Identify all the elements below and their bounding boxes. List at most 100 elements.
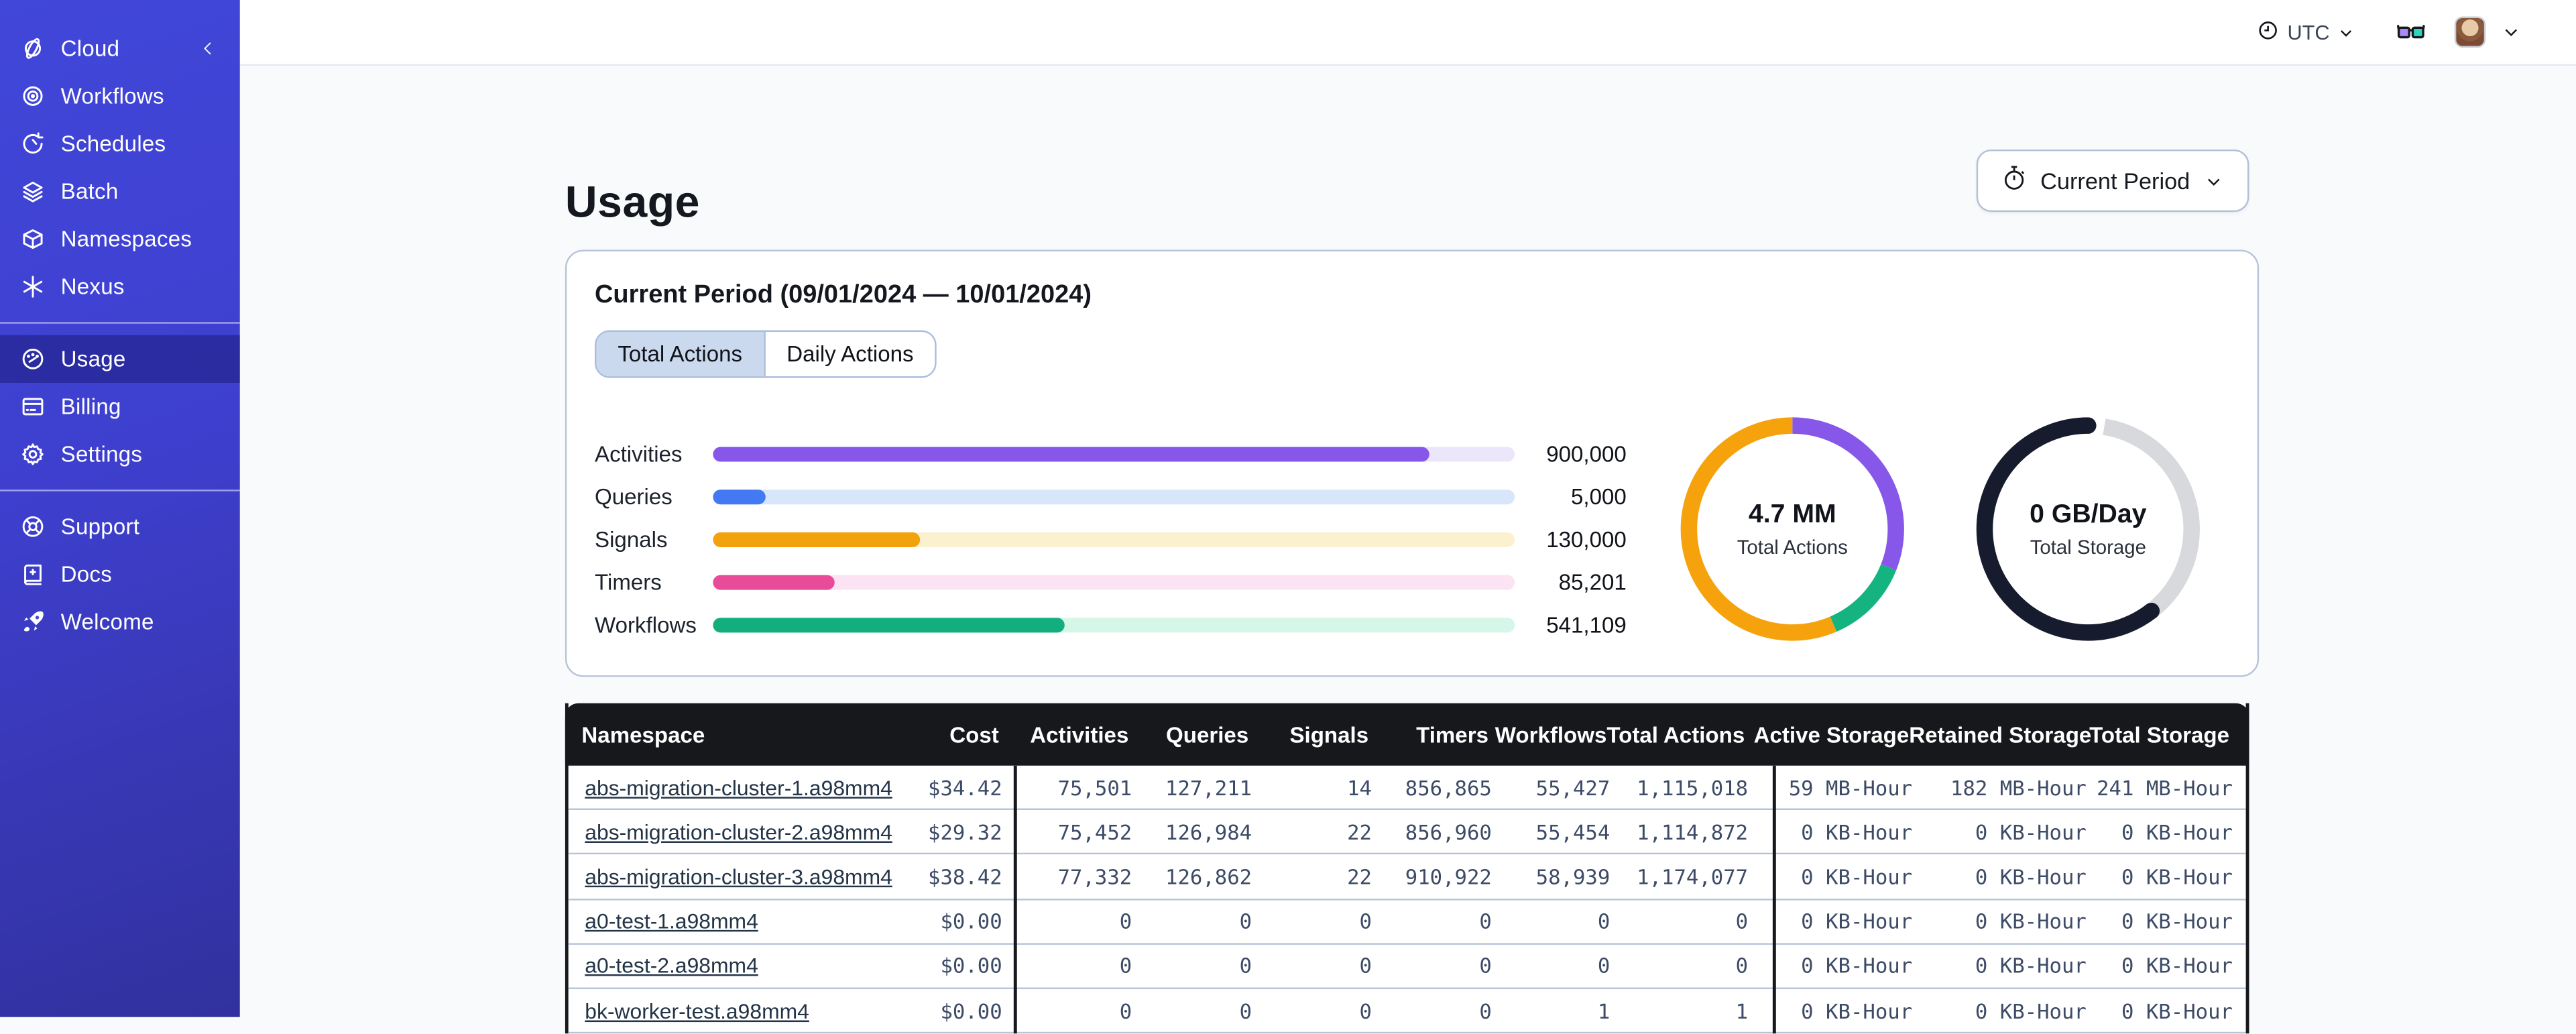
column-header-total-storage: Total Storage [2089, 722, 2230, 747]
chevron-down-icon [2208, 178, 2220, 185]
sidebar-item-namespaces[interactable]: Namespaces [0, 215, 240, 263]
sidebar-item-billing[interactable]: Billing [0, 383, 240, 430]
cell-queries: 127,211 [1165, 774, 1252, 800]
total-actions-value: 4.7 MM [1748, 500, 1836, 528]
cell-queries: 0 [1239, 954, 1252, 978]
cell-signals: 14 [1347, 774, 1372, 800]
column-group-divider [1772, 765, 1776, 1034]
page-title: Usage [565, 177, 700, 227]
cell-total_actions: 1,174,077 [1637, 864, 1749, 889]
sidebar-item-label: Nexus [60, 274, 125, 299]
cell-queries: 126,984 [1165, 819, 1252, 844]
welcome-rocket-icon [19, 609, 46, 635]
sidebar-item-label: Usage [60, 347, 126, 371]
sidebar-item-support[interactable]: Support [0, 503, 240, 551]
column-header-signals: Signals [1289, 722, 1369, 747]
tab-total-actions[interactable]: Total Actions [596, 331, 764, 377]
cell-cost: $34.42 [928, 774, 1002, 800]
period-selector-button[interactable]: Current Period [1976, 149, 2249, 213]
cell-queries: 126,862 [1165, 864, 1252, 889]
cell-total_storage: 0 KB-Hour [2121, 819, 2233, 844]
sidebar-item-label: Settings [60, 442, 143, 467]
sidebar-item-schedules[interactable]: Schedules [0, 120, 240, 168]
docs-book-icon [19, 561, 46, 587]
bar-label: Timers [595, 570, 662, 595]
timezone-label: UTC [2287, 20, 2330, 44]
cell-workflows: 58,939 [1535, 864, 1611, 889]
sidebar-item-label: Billing [60, 394, 121, 419]
cell-workflows: 1 [1597, 998, 1611, 1023]
bar-label: Activities [595, 441, 683, 466]
tab-daily-actions[interactable]: Daily Actions [763, 331, 935, 377]
sidebar-item-docs[interactable]: Docs [0, 551, 240, 598]
sidebar-item-cloud[interactable]: Cloud [0, 25, 240, 72]
column-header-retained-storage: Retained Storage [1909, 722, 2092, 747]
sidebar-item-nexus[interactable]: Nexus [0, 263, 240, 310]
namespace-link[interactable]: a0-test-1.a98mm4 [585, 909, 758, 933]
bar-row-activities: Activities 900,000 [595, 432, 1627, 475]
bar-fill [713, 575, 835, 591]
cell-retained_storage: 0 KB-Hour [1975, 954, 2087, 978]
namespace-link[interactable]: bk-worker-test.a98mm4 [585, 998, 809, 1023]
cell-activities: 0 [1119, 998, 1132, 1023]
sidebar-item-welcome[interactable]: Welcome [0, 598, 240, 646]
cell-activities: 75,452 [1057, 819, 1132, 844]
total-storage-value: 0 GB/Day [2030, 500, 2147, 528]
cell-cost: $0.00 [940, 998, 1002, 1023]
sidebar: Cloud Workflows Schedules Batch Namespac… [0, 0, 240, 1017]
schedule-clock-icon [19, 131, 46, 157]
namespace-link[interactable]: abs-migration-cluster-1.a98mm4 [585, 775, 892, 800]
planet-icon [19, 36, 46, 62]
cell-total_storage: 0 KB-Hour [2121, 998, 2233, 1023]
namespace-cube-icon [19, 226, 46, 252]
cell-retained_storage: 0 KB-Hour [1975, 864, 2087, 889]
cell-timers: 910,922 [1405, 864, 1492, 889]
nexus-asterisk-icon [19, 274, 46, 300]
table-row: a0-test-2.a98mm4 $0.00 0 0 0 0 0 0 0 KB-Hour 0 KB… [568, 944, 2246, 989]
sidebar-item-usage[interactable]: Usage [0, 335, 240, 383]
sidebar-item-settings[interactable]: Settings [0, 430, 240, 478]
sidebar-item-label: Schedules [60, 131, 166, 156]
column-header-active-storage: Active Storage [1753, 722, 1910, 747]
bar-row-workflows: Workflows 541,109 [595, 604, 1627, 647]
namespace-link[interactable]: abs-migration-cluster-3.a98mm4 [585, 864, 892, 889]
usage-page: Usage Current Period Current Period (09/… [239, 66, 2576, 1034]
cell-total_storage: 241 MB-Hour [2097, 774, 2233, 800]
sidebar-item-batch[interactable]: Batch [0, 168, 240, 215]
sidebar-item-label: Cloud [60, 36, 120, 61]
usage-gauge-icon [19, 346, 46, 372]
bar-track [713, 618, 1515, 634]
cell-activities: 77,332 [1057, 864, 1132, 889]
cell-total_storage: 0 KB-Hour [2121, 909, 2233, 934]
cell-timers: 856,865 [1405, 774, 1492, 800]
sidebar-item-label: Batch [60, 179, 119, 204]
namespace-link[interactable]: abs-migration-cluster-2.a98mm4 [585, 819, 892, 844]
cell-timers: 856,960 [1405, 819, 1492, 844]
app-viewport: Cloud Workflows Schedules Batch Namespac… [0, 0, 2576, 1034]
cell-workflows: 0 [1597, 954, 1611, 978]
chevron-down-icon [2338, 24, 2355, 41]
bar-row-timers: Timers 85,201 [595, 561, 1627, 604]
glasses-icon[interactable] [2396, 21, 2425, 43]
timezone-selector[interactable]: UTC [2258, 19, 2354, 45]
cell-cost: $0.00 [940, 909, 1002, 934]
column-header-workflows: Workflows [1495, 722, 1607, 747]
account-menu-chevron-down-icon[interactable] [2502, 23, 2520, 41]
workflows-spiral-icon [19, 83, 46, 109]
bar-value: 85,201 [1558, 570, 1627, 595]
bar-row-queries: Queries 5,000 [595, 475, 1627, 518]
namespace-link[interactable]: a0-test-2.a98mm4 [585, 954, 758, 978]
cell-total_actions: 0 [1735, 909, 1749, 934]
collapse-chevron-icon[interactable] [194, 36, 220, 62]
sidebar-item-workflows[interactable]: Workflows [0, 72, 240, 120]
sidebar-item-label: Workflows [60, 83, 164, 109]
cell-total_actions: 0 [1735, 954, 1749, 978]
total-storage-label: Total Storage [2030, 534, 2146, 558]
cell-retained_storage: 0 KB-Hour [1975, 909, 2087, 934]
avatar[interactable] [2454, 16, 2486, 48]
cell-queries: 0 [1239, 909, 1252, 934]
batch-layers-icon [19, 178, 46, 205]
billing-card-icon [19, 394, 46, 420]
sidebar-item-label: Namespaces [60, 227, 192, 251]
cell-workflows: 0 [1597, 909, 1611, 934]
